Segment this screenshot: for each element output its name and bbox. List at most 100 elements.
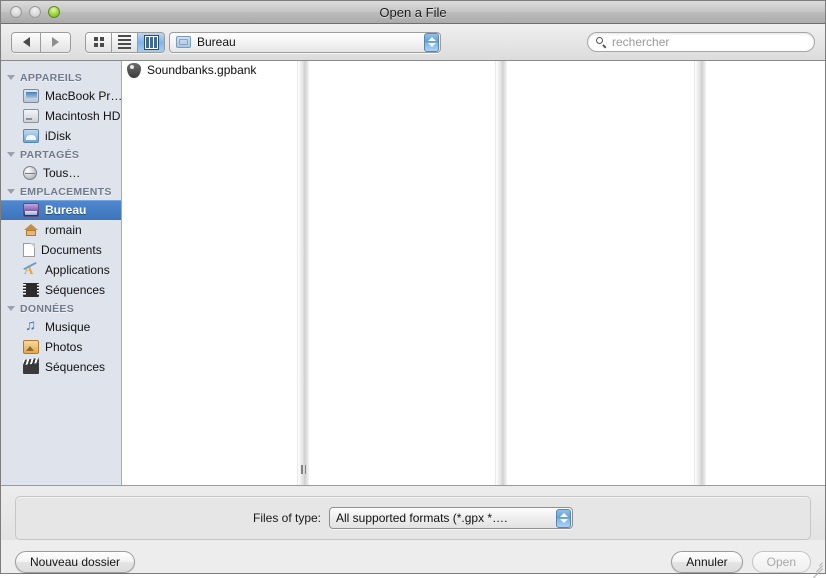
search-icon [596,36,607,48]
confirm-buttons: Annuler Open [671,551,811,573]
column-divider-1[interactable] [297,61,309,485]
browser-column-1[interactable]: Soundbanks.gpbank [122,61,297,485]
sidebar-item-idisk[interactable]: iDisk [1,126,121,146]
sidebar-item-label: Bureau [45,203,87,217]
window-resize-grip[interactable] [809,557,823,578]
sidebar-section-donnees: DONNÉES Musique Photos Séquences [1,300,121,377]
sidebar-section-title: APPAREILS [20,71,83,84]
search-placeholder: rechercher [612,35,670,49]
film-icon [23,283,39,297]
sidebar-item-label: Séquences [45,283,106,297]
view-mode-list[interactable] [112,32,138,52]
open-button[interactable]: Open [751,551,811,573]
new-folder-button[interactable]: Nouveau dossier [15,551,136,573]
back-arrow-icon [22,37,30,47]
column-divider-3[interactable] [694,61,706,485]
back-button[interactable] [12,32,41,52]
window-title: Open a File [379,4,447,20]
sidebar-item-sequences-emplacements[interactable]: Séquences [1,280,121,300]
sidebar-section-emplacements: EMPLACEMENTS Bureau romain Documents App… [1,183,121,300]
minimize-button[interactable] [29,6,41,18]
sidebar-item-bureau[interactable]: Bureau [1,200,121,220]
path-popup-button[interactable]: Bureau [169,31,441,53]
view-mode-buttons [85,31,165,53]
sidebar-item-photos[interactable]: Photos [1,337,121,357]
search-field[interactable]: rechercher [587,32,815,52]
sidebar-item-macbook-pro[interactable]: MacBook Pr… [1,86,121,106]
column-view-icon [143,34,159,50]
sidebar-section-title: PARTAGÉS [20,148,80,161]
laptop-icon [23,89,39,103]
sidebar-item-label: Tous… [43,166,81,180]
window-controls [10,6,60,18]
photo-icon [23,340,39,354]
sidebar-section-header[interactable]: APPAREILS [1,69,121,86]
sidebar-item-applications[interactable]: Applications [1,260,121,280]
browser-column-3[interactable] [507,61,694,485]
toolbar: Bureau rechercher [1,24,825,61]
sidebar-section-title: DONNÉES [20,302,75,315]
sidebar-item-label: Documents [41,243,102,257]
title-bar[interactable]: Open a File [1,1,825,24]
music-note-icon [23,317,39,334]
sidebar: APPAREILS MacBook Pr… Macintosh HD iDisk [1,61,122,485]
disclosure-triangle-icon [7,152,15,157]
sidebar-item-label: iDisk [45,129,71,143]
path-popup-value: Bureau [197,35,236,49]
sidebar-item-documents[interactable]: Documents [1,240,121,260]
disclosure-triangle-icon [7,306,15,311]
guitar-pick-icon [127,62,141,78]
sidebar-item-label: Séquences [45,360,106,374]
filetype-value: All supported formats (*.gpx *…. [336,511,508,525]
sidebar-item-romain[interactable]: romain [1,220,121,240]
sidebar-item-label: romain [45,223,82,237]
sidebar-section-header[interactable]: PARTAGÉS [1,146,121,163]
document-icon [23,243,35,257]
sidebar-section-header[interactable]: DONNÉES [1,300,121,317]
sidebar-item-macintosh-hd[interactable]: Macintosh HD [1,106,121,126]
sidebar-item-sequences-donnees[interactable]: Séquences [1,357,121,377]
file-name: Soundbanks.gpbank [147,63,257,77]
list-item[interactable]: Soundbanks.gpbank [122,61,297,79]
path-popup-stepper-icon[interactable] [424,32,439,52]
clapperboard-icon [23,360,39,374]
browser-column-2[interactable] [309,61,495,485]
sidebar-section-title: EMPLACEMENTS [20,185,112,198]
applications-icon [23,262,39,278]
filetype-container: Files of type: All supported formats (*.… [15,496,811,540]
sidebar-item-musique[interactable]: Musique [1,317,121,337]
sidebar-item-label: Musique [45,320,91,334]
filetype-stepper-icon[interactable] [556,508,572,528]
action-buttons-row: Nouveau dossier Annuler Open [1,540,825,578]
sidebar-section-partages: PARTAGÉS Tous… [1,146,121,183]
disclosure-triangle-icon [7,189,15,194]
filetype-popup-button[interactable]: All supported formats (*.gpx *…. [329,507,574,529]
column-resize-grip[interactable] [301,465,306,474]
list-view-icon [118,35,131,49]
view-mode-column[interactable] [138,32,164,52]
forward-button[interactable] [41,32,70,52]
sidebar-item-label: MacBook Pr… [45,89,121,103]
folder-icon [176,36,191,48]
view-mode-icon[interactable] [86,32,112,52]
filetype-label: Files of type: [252,511,322,525]
home-icon [23,223,39,237]
navigation-buttons [11,31,71,53]
open-file-dialog: Open a File Bureau rechercher APPAREILS … [0,0,826,578]
close-button[interactable] [10,6,22,18]
column-browser: Soundbanks.gpbank [122,61,825,485]
icon-view-icon [93,37,104,47]
desktop-icon [23,203,39,217]
disclosure-triangle-icon [7,75,15,80]
cancel-button[interactable]: Annuler [671,551,743,573]
dialog-body: APPAREILS MacBook Pr… Macintosh HD iDisk [1,61,825,486]
sidebar-item-tous[interactable]: Tous… [1,163,121,183]
zoom-button[interactable] [48,6,60,18]
column-divider-2[interactable] [495,61,507,485]
harddisk-icon [23,109,39,123]
sidebar-section-header[interactable]: EMPLACEMENTS [1,183,121,200]
footer-panel: Files of type: All supported formats (*.… [1,486,825,540]
browser-column-4[interactable] [706,61,825,485]
sidebar-section-appareils: APPAREILS MacBook Pr… Macintosh HD iDisk [1,69,121,146]
sidebar-item-label: Macintosh HD [45,109,121,123]
